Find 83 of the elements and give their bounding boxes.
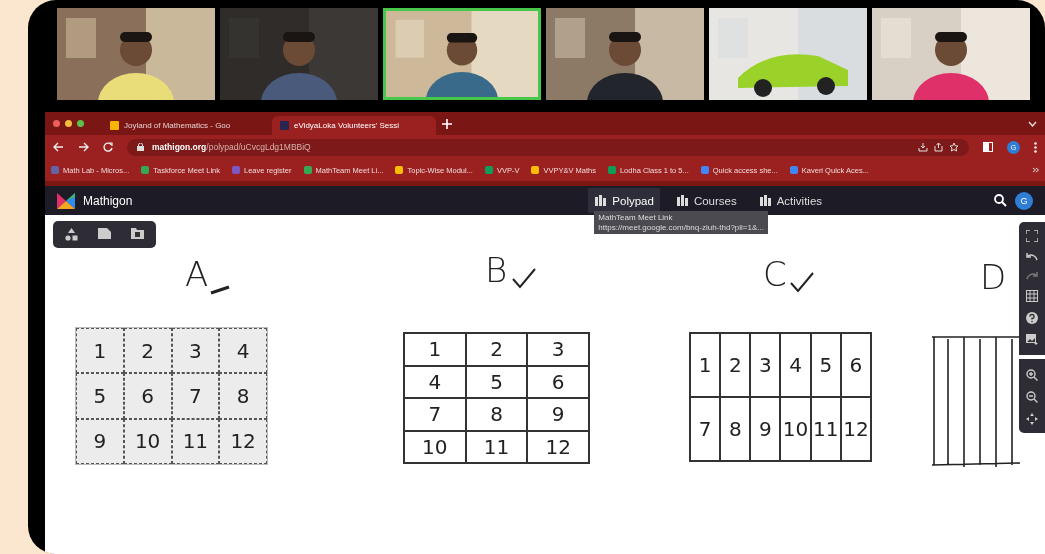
handwritten-number: 4	[404, 365, 466, 398]
share-icon[interactable]	[934, 142, 943, 152]
handwritten-number: 11	[465, 430, 528, 463]
profile-avatar[interactable]: G	[1015, 191, 1033, 210]
handwritten-number: 10	[780, 397, 811, 461]
bar-chart-icon	[594, 194, 608, 207]
handwritten-number: 2	[123, 328, 172, 374]
app-name: Mathigon	[83, 193, 133, 208]
handwritten-number: 1	[404, 333, 466, 366]
star-icon[interactable]	[949, 142, 959, 152]
dash-mark-icon	[209, 285, 231, 295]
browser-tab[interactable]: Joyland of Mathematics - Goo	[102, 116, 266, 135]
handwritten-number: 12	[527, 430, 589, 463]
help-icon[interactable]	[1026, 312, 1038, 324]
handwritten-number: 5	[465, 365, 528, 398]
handwritten-number: 7	[404, 398, 466, 431]
address-field[interactable]: mathigon.org/polypad/uCvcgLdg1MBBiQ	[127, 138, 969, 156]
more-icon[interactable]	[1034, 141, 1037, 153]
new-tab-icon[interactable]	[442, 118, 452, 129]
handwritten-number: 10	[123, 418, 172, 464]
handwritten-number: 11	[171, 418, 220, 464]
nav-tab[interactable]: Activities	[752, 188, 829, 213]
handwritten-number: 8	[219, 373, 267, 419]
fullscreen-icon[interactable]	[1026, 230, 1038, 242]
chevron-down-icon[interactable]	[1028, 120, 1037, 127]
handwritten-number: 6	[123, 373, 172, 419]
file-icon[interactable]	[98, 228, 111, 239]
download-icon[interactable]	[918, 142, 928, 152]
browser-tab[interactable]: eVidyaLoka Volunteers' Sessi	[272, 116, 436, 135]
image-icon[interactable]	[1026, 334, 1038, 345]
lock-icon	[137, 143, 144, 151]
handwritten-letter: D	[980, 260, 1007, 294]
handwritten-number: 9	[527, 398, 589, 431]
redo-icon[interactable]	[1026, 271, 1038, 280]
search-icon[interactable]	[994, 194, 1007, 207]
folder-icon[interactable]	[131, 228, 144, 239]
handwritten-letter: B	[485, 253, 508, 287]
nav-tab[interactable]: Polypad	[588, 188, 660, 213]
back-icon[interactable]	[53, 142, 64, 152]
handwritten-number: 12	[840, 397, 871, 461]
handwritten-number: 1	[76, 328, 124, 374]
check-mark-icon	[511, 267, 537, 289]
handwritten-number: 8	[720, 397, 751, 461]
handwritten-number: 1	[690, 333, 721, 397]
handwritten-number: 5	[810, 333, 841, 397]
handwritten-number: 4	[219, 328, 267, 374]
move-icon[interactable]	[1026, 413, 1038, 425]
handwritten-number: 5	[76, 373, 124, 419]
handwritten-number: 7	[171, 373, 220, 419]
handwritten-number: 2	[720, 333, 751, 397]
side-panel-icon[interactable]	[983, 142, 993, 152]
handwritten-number: 9	[76, 418, 124, 464]
undo-icon[interactable]	[1026, 252, 1038, 261]
handwritten-number: 9	[750, 397, 781, 461]
zoom-out-icon[interactable]	[1026, 391, 1038, 403]
bar-chart-icon	[758, 194, 772, 207]
handwritten-letter: A	[185, 257, 209, 291]
reload-icon[interactable]	[103, 142, 113, 152]
bar-chart-icon	[675, 194, 689, 207]
handwritten-number: 10	[404, 430, 466, 463]
more-bookmarks-icon[interactable]	[1032, 167, 1039, 173]
handwritten-number: 3	[750, 333, 781, 397]
check-mark-icon	[789, 271, 815, 293]
handwritten-letter: C	[763, 257, 787, 291]
handwritten-number: 6	[527, 365, 589, 398]
handwritten-number: 7	[690, 397, 721, 461]
tooltip-url: https://meet.google.com/bnq-ziuh-thd?pli=1&...	[598, 223, 764, 232]
nav-tab[interactable]: Courses	[669, 188, 743, 213]
handwritten-number: 4	[780, 333, 811, 397]
handwritten-number: 8	[465, 398, 528, 431]
handwritten-number: 6	[840, 333, 871, 397]
forward-icon[interactable]	[78, 142, 89, 152]
handwritten-number: 3	[171, 328, 220, 374]
handwritten-number: 12	[219, 418, 267, 464]
shapes-icon[interactable]	[65, 228, 78, 241]
handwritten-number: 11	[810, 397, 841, 461]
handwritten-number: 2	[465, 333, 528, 366]
grid-icon[interactable]	[1026, 290, 1038, 302]
logo-icon	[57, 192, 75, 209]
zoom-in-icon[interactable]	[1026, 369, 1038, 381]
tooltip-title: MathTeam Meet Link	[598, 213, 674, 222]
handwritten-number: 3	[527, 333, 589, 366]
window-controls-icon[interactable]	[53, 120, 84, 127]
